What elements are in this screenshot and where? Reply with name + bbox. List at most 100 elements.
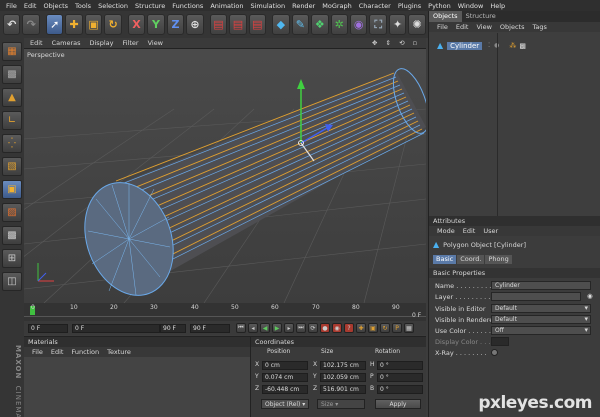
go-to-start-button[interactable]: ⏮ — [236, 323, 246, 333]
objects-menu-edit[interactable]: Edit — [456, 23, 469, 31]
size-y-field[interactable]: 102.059 cm — [320, 373, 366, 382]
current-frame-field[interactable]: 0 F — [28, 323, 68, 333]
axis-x-button[interactable]: X — [127, 14, 146, 35]
edges-mode-button[interactable]: ▧ — [2, 157, 22, 176]
size-z-field[interactable]: 516.901 cm — [320, 385, 366, 394]
gizmo-y-arrow-icon[interactable] — [297, 79, 305, 89]
play-backward-button[interactable]: ◀ — [260, 323, 270, 333]
cube-primitive-button[interactable]: ◆ — [272, 14, 290, 35]
viewport-menu-filter[interactable]: Filter — [122, 39, 138, 47]
next-key-button[interactable]: ▸ — [284, 323, 294, 333]
scale-key-button[interactable]: ▣ — [368, 323, 378, 333]
nurbs-button[interactable]: ❖ — [311, 14, 329, 35]
tab-objects[interactable]: Objects — [429, 11, 462, 22]
menu-animation[interactable]: Animation — [210, 2, 243, 10]
name-field[interactable]: Cylinder — [491, 281, 591, 290]
play-forward-button[interactable]: ▶ — [272, 323, 282, 333]
light-button[interactable]: ✺ — [408, 14, 426, 35]
xray-checkbox[interactable] — [491, 349, 498, 356]
record-button[interactable]: ● — [320, 323, 330, 333]
deformer-button[interactable]: ◉ — [349, 14, 368, 35]
live-selection-button[interactable]: ➚ — [45, 14, 64, 35]
tab-coord[interactable]: Coord. — [457, 255, 485, 264]
layer-field[interactable] — [491, 292, 581, 301]
param-key-button[interactable]: P — [392, 323, 402, 333]
menu-tools[interactable]: Tools — [75, 2, 91, 10]
menu-window[interactable]: Window — [458, 2, 484, 10]
tab-basic[interactable]: Basic — [433, 255, 457, 264]
camera-button[interactable]: ✦ — [388, 14, 407, 35]
rotation-b-field[interactable]: 0 ° — [377, 385, 423, 394]
menu-help[interactable]: Help — [490, 2, 505, 10]
position-y-field[interactable]: 0.074 cm — [262, 373, 308, 382]
autokey-button[interactable]: ◉ — [332, 323, 342, 333]
uv-mode-button[interactable]: ▨ — [2, 203, 22, 222]
coordinate-mode-dropdown[interactable]: Object (Rel) ▾ — [261, 399, 309, 409]
viewport-menu-display[interactable]: Display — [90, 39, 114, 47]
visibility-dots-icon[interactable]: ⁚ — [488, 42, 490, 49]
attributes-menu-mode[interactable]: Mode — [437, 227, 455, 235]
menu-edit[interactable]: Edit — [24, 2, 37, 10]
axis-y-button[interactable]: Y — [147, 14, 165, 35]
menu-file[interactable]: File — [6, 2, 17, 10]
snap-button[interactable]: ⊞ — [2, 249, 22, 268]
scale-tool-button[interactable]: ▣ — [84, 14, 103, 35]
object-axis-button[interactable]: ∟ — [2, 111, 22, 130]
rotation-key-button[interactable]: ↻ — [380, 323, 390, 333]
points-mode-button[interactable]: ⁛ — [2, 134, 22, 153]
menu-render[interactable]: Render — [292, 2, 315, 10]
menu-functions[interactable]: Functions — [172, 2, 203, 10]
menu-objects[interactable]: Objects — [43, 2, 68, 10]
materials-menu-function[interactable]: Function — [71, 348, 99, 356]
size-x-field[interactable]: 102.175 cm — [320, 361, 366, 370]
timeline-ruler[interactable]: 0 10 20 30 40 50 60 70 80 90 0 F — [24, 303, 426, 321]
menu-plugins[interactable]: Plugins — [398, 2, 421, 10]
menu-python[interactable]: Python — [428, 2, 451, 10]
point-level-button[interactable]: ▦ — [404, 323, 414, 333]
materials-list[interactable] — [24, 357, 250, 417]
objects-menu-view[interactable]: View — [476, 23, 491, 31]
environment-button[interactable]: ⛶ — [369, 14, 387, 35]
use-color-dropdown[interactable]: Off — [491, 326, 591, 335]
layer-picker-icon[interactable]: ◉ — [587, 292, 593, 300]
workplane-button[interactable]: ◫ — [2, 272, 22, 291]
viewport-menu-cameras[interactable]: Cameras — [52, 39, 81, 47]
axis-z-button[interactable]: Z — [166, 14, 185, 35]
move-tool-button[interactable]: ✚ — [65, 14, 83, 35]
array-button[interactable]: ✲ — [330, 14, 348, 35]
render-picture-viewer-button[interactable]: ▤ — [229, 14, 247, 35]
apply-button[interactable]: Apply — [375, 399, 421, 409]
objects-menu-tags[interactable]: Tags — [532, 23, 546, 31]
texture-tag-icon[interactable]: ▩ — [519, 42, 526, 50]
tab-phong[interactable]: Phong — [485, 255, 512, 264]
phong-tag-icon[interactable]: ⁂ — [509, 42, 516, 50]
attributes-menu-user[interactable]: User — [483, 227, 498, 235]
perspective-viewport[interactable]: Perspective — [24, 49, 426, 303]
objects-menu-objects[interactable]: Objects — [500, 23, 525, 31]
undo-button[interactable]: ↶ — [3, 14, 21, 35]
texture-mode-button[interactable]: ▩ — [2, 65, 22, 84]
tab-structure[interactable]: Structure — [462, 11, 500, 22]
menu-character[interactable]: Character — [359, 2, 391, 10]
range-start-field[interactable]: 0 F — [72, 323, 160, 333]
rotation-h-field[interactable]: 0 ° — [377, 361, 423, 370]
loop-button[interactable]: ⟳ — [308, 323, 318, 333]
materials-menu-edit[interactable]: Edit — [51, 348, 64, 356]
redo-button[interactable]: ↷ — [22, 14, 40, 35]
position-z-field[interactable]: -60.448 cm — [262, 385, 308, 394]
viewport-menu-view[interactable]: View — [148, 39, 163, 47]
rotate-tool-button[interactable]: ↻ — [104, 14, 122, 35]
menu-simulation[interactable]: Simulation — [250, 2, 285, 10]
render-settings-button[interactable]: ▤ — [248, 14, 267, 35]
model-mode-button[interactable]: ▲ — [2, 88, 22, 107]
coordinate-system-button[interactable]: ⊕ — [186, 14, 204, 35]
rotation-p-field[interactable]: 0 ° — [377, 373, 423, 382]
viewport-menu-edit[interactable]: Edit — [30, 39, 43, 47]
display-color-swatch[interactable] — [491, 337, 509, 346]
prev-key-button[interactable]: ◂ — [248, 323, 258, 333]
size-mode-dropdown[interactable]: Size ▾ — [317, 399, 365, 409]
make-editable-button[interactable]: ▦ — [2, 42, 22, 61]
polygons-mode-button[interactable]: ▣ — [2, 180, 22, 199]
menu-mograph[interactable]: MoGraph — [322, 2, 352, 10]
max-frame-field[interactable]: 90 F — [190, 323, 230, 333]
